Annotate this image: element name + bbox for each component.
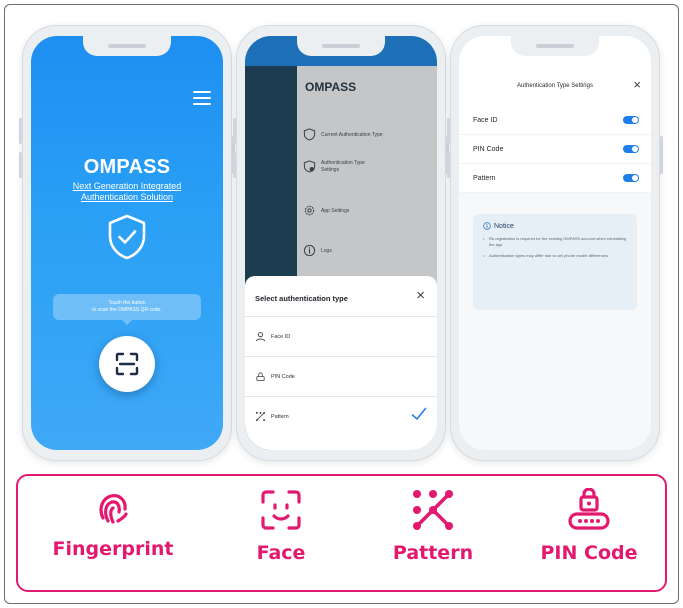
scan-hint-bubble: Touch the button to scan the OMPASS QR c…: [53, 294, 201, 320]
option-label: Pattern: [271, 413, 289, 420]
feature-label: Face: [256, 542, 306, 564]
option-label: Face ID: [271, 333, 291, 340]
feature-label: Pattern: [392, 542, 474, 564]
notice-item: Re-registration is required for the exis…: [483, 236, 627, 247]
home-screen: OMPASS Next Generation Integrated Authen…: [31, 36, 223, 450]
info-icon: [483, 222, 491, 230]
phone-select-type-screen: OMPASS Current Authentication Type Authe…: [233, 25, 449, 461]
feature-pin-code: PIN Code: [514, 488, 664, 564]
feature-label: Fingerprint: [52, 538, 174, 560]
phone-notch: [511, 36, 599, 56]
pattern-icon: [255, 411, 266, 422]
close-icon[interactable]: ×: [633, 77, 641, 92]
hamburger-menu-icon[interactable]: [193, 91, 211, 105]
toggle-row-face-id: Face ID: [459, 106, 651, 135]
phone-notch: [83, 36, 171, 56]
keypad-icon: [256, 372, 265, 382]
feature-face: Face: [206, 488, 356, 564]
option-face-id[interactable]: Face ID: [245, 316, 437, 356]
qr-scan-icon: [115, 352, 139, 376]
menu-item-label: Current Authentication Type: [321, 131, 383, 138]
feature-fingerprint: Fingerprint: [38, 488, 188, 560]
app-brand-title: OMPASS: [83, 156, 171, 178]
toggle-label: Pattern: [473, 174, 496, 182]
option-pin-code[interactable]: PIN Code: [245, 356, 437, 396]
hint-line-1: Touch the button: [108, 300, 146, 306]
menu-item-label: App Settings: [321, 207, 350, 214]
pattern-toggle[interactable]: [623, 174, 639, 182]
toggle-row-pattern: Pattern: [459, 164, 651, 193]
type-settings-screen: Authentication Type Settings × Face ID P…: [459, 36, 651, 450]
shield-check-icon: [108, 214, 146, 260]
notice-heading: Notice: [483, 222, 627, 230]
shield-icon: [303, 128, 316, 141]
select-type-sheet: Select authentication type × Face ID PIN…: [245, 276, 437, 450]
notice-box: Notice Re-registration is required for t…: [473, 214, 637, 310]
gear-icon: [304, 205, 315, 216]
app-tagline[interactable]: Next Generation Integrated Authenticatio…: [31, 181, 223, 203]
menu-item-label: Logs: [321, 247, 332, 254]
shield-gear-icon: [303, 160, 316, 173]
toggle-label: PIN Code: [473, 145, 504, 153]
pin-code-toggle[interactable]: [623, 145, 639, 153]
fingerprint-icon: [99, 494, 128, 524]
settings-title: Authentication Type Settings: [517, 83, 593, 89]
notice-heading-text: Notice: [494, 222, 514, 230]
menu-item-current-type[interactable]: Current Authentication Type: [303, 128, 383, 141]
feature-label: PIN Code: [540, 542, 638, 564]
option-pattern[interactable]: Pattern: [245, 396, 437, 436]
toggle-list: Face ID PIN Code Pattern: [459, 106, 651, 193]
auth-methods-panel: Fingerprint Face Pattern PIN Code: [16, 474, 667, 592]
feature-pattern: Pattern: [358, 488, 508, 564]
person-icon: [255, 332, 266, 342]
menu-item-logs[interactable]: Logs: [303, 244, 332, 257]
menu-brand-title: OMPASS: [305, 80, 357, 94]
menu-item-type-settings[interactable]: Authentication Type Settings: [303, 160, 381, 173]
option-label: PIN Code: [271, 373, 295, 380]
notice-item: Authentication types may differ due to c…: [483, 253, 627, 259]
menu-item-label: Authentication Type Settings: [321, 160, 365, 173]
lock-keypad-icon: [568, 488, 610, 530]
phone-notch: [297, 36, 385, 56]
toggle-label: Face ID: [473, 116, 498, 124]
close-icon[interactable]: ×: [416, 288, 425, 303]
phone-type-settings-screen: Authentication Type Settings × Face ID P…: [447, 25, 663, 461]
tagline-line-2: Authentication Solution: [80, 192, 174, 202]
sheet-title: Select authentication type: [255, 294, 348, 303]
checkmark-icon: [411, 407, 427, 420]
qr-scan-button[interactable]: [99, 336, 155, 392]
pattern-icon: [413, 490, 453, 530]
info-icon: [303, 244, 316, 257]
toggle-row-pin-code: PIN Code: [459, 135, 651, 164]
tagline-line-1: Next Generation Integrated: [72, 181, 182, 191]
menu-item-app-settings[interactable]: App Settings: [303, 204, 349, 217]
select-type-screen: OMPASS Current Authentication Type Authe…: [245, 36, 437, 450]
phone-home-screen: OMPASS Next Generation Integrated Authen…: [19, 25, 235, 461]
face-id-toggle[interactable]: [623, 116, 639, 124]
face-scan-icon: [261, 490, 301, 530]
hint-line-2: to scan the OMPASS QR code.: [92, 307, 162, 313]
